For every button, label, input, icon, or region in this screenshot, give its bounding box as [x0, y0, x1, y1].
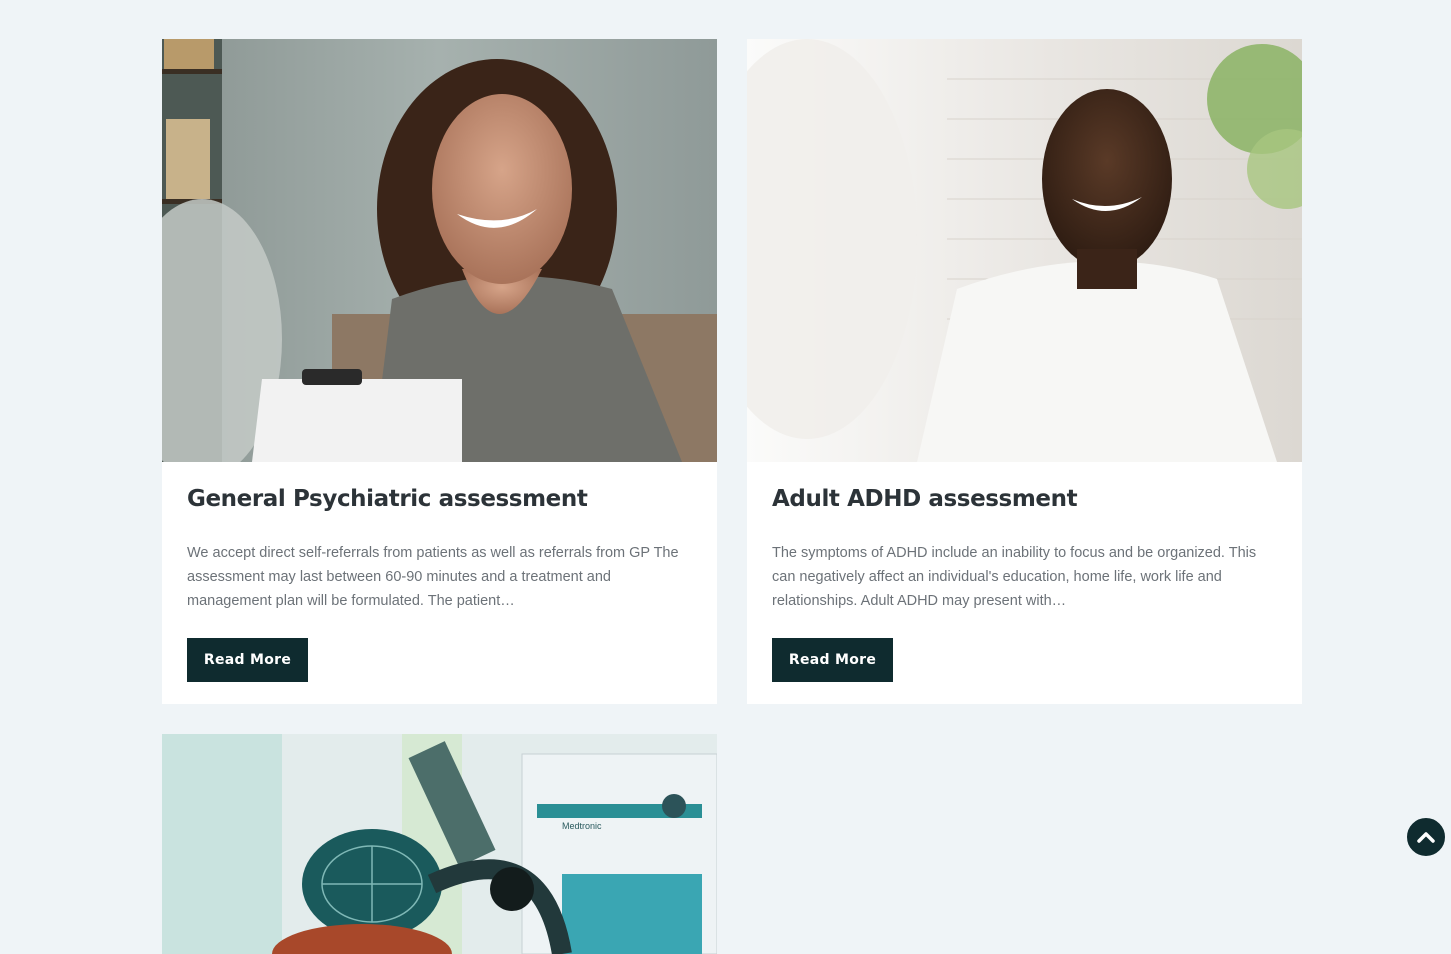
smiling-woman-consultation-image [162, 39, 717, 462]
service-card-general-psychiatric: General Psychiatric assessment We accept… [162, 39, 717, 704]
chevron-up-icon [1417, 831, 1435, 843]
read-more-button[interactable]: Read More [187, 638, 308, 682]
read-more-button[interactable]: Read More [772, 638, 893, 682]
service-card-adult-adhd: Adult ADHD assessment The symptoms of AD… [747, 39, 1302, 704]
card-body: General Psychiatric assessment We accept… [162, 462, 717, 682]
card-title[interactable]: General Psychiatric assessment [187, 462, 693, 514]
tms-device-image: Medtronic [162, 734, 717, 954]
smiling-man-consultation-image [747, 39, 1302, 462]
card-excerpt: We accept direct self-referrals from pat… [187, 545, 679, 609]
card-title[interactable]: Adult ADHD assessment [772, 462, 1278, 514]
card-body: Adult ADHD assessment The symptoms of AD… [747, 462, 1302, 682]
scroll-to-top-button[interactable] [1405, 816, 1447, 858]
service-card-tms: Medtronic [162, 734, 717, 954]
card-excerpt: The symptoms of ADHD include an inabilit… [772, 545, 1257, 609]
device-brand-text: Medtronic [562, 821, 602, 831]
